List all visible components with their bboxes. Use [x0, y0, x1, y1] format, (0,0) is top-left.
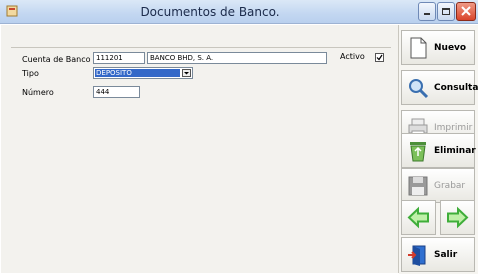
arrow-right-icon	[447, 206, 469, 229]
grabar-button[interactable]: Grabar	[401, 168, 475, 203]
toolbar: Nuevo Consulta Imprimir Eliminar Grabar …	[399, 25, 478, 274]
cuenta-name-input[interactable]: BANCO BHD, S. A.	[147, 52, 327, 64]
tipo-dropdown-button[interactable]	[182, 69, 191, 77]
exit-door-icon	[408, 245, 426, 266]
title-bar: Documentos de Banco.	[0, 0, 478, 24]
cuenta-code-input[interactable]: 111201	[93, 52, 145, 64]
arrow-left-icon	[407, 206, 429, 229]
window-title: Documentos de Banco.	[140, 5, 280, 19]
salir-button[interactable]: Salir	[401, 237, 475, 272]
eliminar-label: Eliminar	[434, 146, 476, 156]
tipo-selected-value: DEPOSITO	[95, 69, 180, 77]
tipo-label: Tipo	[22, 69, 39, 78]
numero-input[interactable]: 444	[93, 86, 140, 98]
close-icon	[461, 6, 471, 16]
consulta-button[interactable]: Consulta	[401, 70, 478, 105]
activo-label: Activo	[340, 52, 365, 61]
floppy-disk-icon	[408, 176, 428, 196]
nuevo-label: Nuevo	[434, 43, 467, 53]
minimize-button[interactable]	[418, 2, 436, 21]
new-document-icon	[410, 37, 427, 59]
maximize-button[interactable]	[437, 2, 455, 21]
form-area: Cuenta de Banco 111201 BANCO BHD, S. A. …	[1, 25, 399, 273]
activo-checkbox[interactable]	[375, 53, 384, 62]
nuevo-button[interactable]: Nuevo	[401, 30, 475, 65]
numero-label: Número	[22, 88, 54, 97]
minimize-icon	[424, 13, 430, 15]
salir-label: Salir	[434, 250, 458, 260]
previous-button[interactable]	[401, 200, 436, 235]
document-fieldset	[11, 47, 391, 163]
recycle-bin-icon	[410, 142, 426, 162]
next-button[interactable]	[440, 200, 475, 235]
cuenta-label: Cuenta de Banco	[22, 55, 91, 64]
consulta-label: Consulta	[434, 83, 478, 93]
imprimir-label: Imprimir	[434, 123, 473, 133]
grabar-label: Grabar	[434, 181, 466, 191]
eliminar-button[interactable]: Eliminar	[401, 133, 476, 168]
magnifier-icon	[409, 79, 429, 99]
maximize-icon	[442, 8, 450, 15]
checkmark-icon	[376, 54, 383, 61]
close-button[interactable]	[456, 2, 476, 21]
chevron-down-icon	[184, 72, 189, 75]
tipo-select[interactable]: DEPOSITO	[93, 67, 193, 79]
